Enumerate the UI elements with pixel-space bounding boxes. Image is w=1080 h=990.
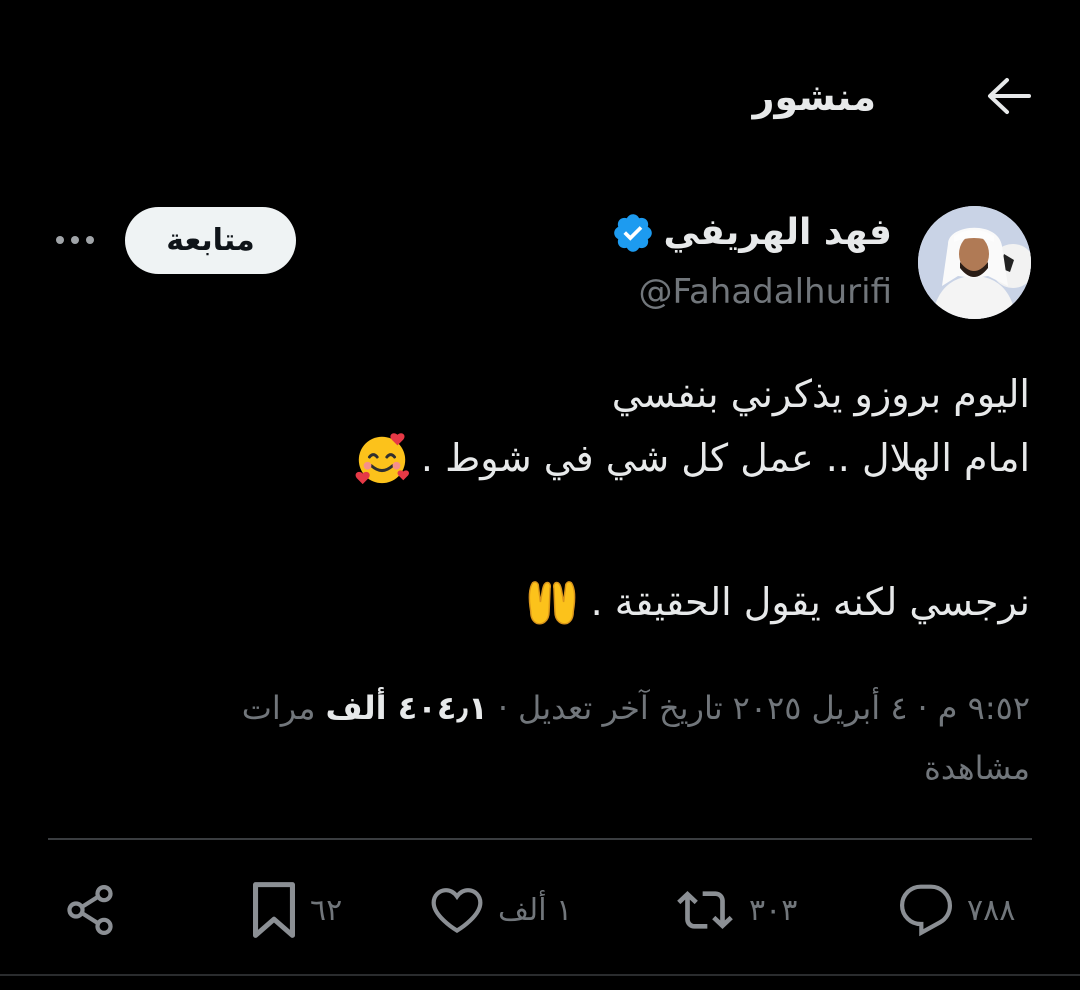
profile-photo-icon [918, 206, 1031, 319]
tweet-text-line: نرجسي لكنه يقول الحقيقة . [523, 572, 1030, 632]
avatar[interactable] [918, 206, 1031, 319]
bookmark-count: ٦٢ [310, 892, 343, 928]
views-count: ٤٠٤٫١ ألف [325, 689, 488, 727]
divider [48, 838, 1032, 840]
share-icon [67, 885, 113, 935]
like-count: ١ ألف [498, 892, 573, 928]
retweet-count: ٣٠٣ [749, 892, 798, 928]
bookmark-button[interactable]: ٦٢ [250, 878, 342, 942]
tweet-text: امام الهلال .. عمل كل شي في شوط . [420, 436, 1030, 480]
palms-up-together-icon [528, 581, 575, 625]
author-name-text: فهد الهريفي [663, 212, 892, 253]
edited-label[interactable]: تاريخ آخر تعديل [518, 684, 723, 732]
retweet-icon [677, 891, 733, 929]
back-button[interactable] [980, 70, 1036, 122]
tweet-time: ٩:٥٢ م [937, 689, 1030, 727]
retweet-button[interactable]: ٣٠٣ [673, 878, 797, 942]
share-button[interactable] [62, 878, 118, 942]
separator: · [917, 689, 928, 727]
more-dot [86, 236, 94, 244]
tweet-date: ٤ أبريل ٢٠٢٥ [732, 689, 908, 727]
page-title: منشور [752, 75, 876, 119]
heart-icon [431, 888, 483, 933]
tweet-meta: ٩:٥٢ م · ٤ أبريل ٢٠٢٥ تاريخ آخر تعديل · … [242, 684, 1030, 732]
smiling-face-with-hearts-icon [355, 433, 409, 485]
separator: · [497, 689, 508, 727]
author-handle[interactable]: @Fahadalhurifi [639, 268, 892, 316]
reply-icon [899, 884, 953, 937]
more-options-button[interactable] [50, 218, 100, 262]
follow-button[interactable]: متابعة [125, 207, 296, 274]
verified-badge-icon [614, 214, 653, 252]
tweet-text-line: اليوم بروزو يذكرني بنفسي [612, 364, 1030, 424]
arrow-left-icon [988, 78, 1031, 114]
bottom-divider [0, 974, 1080, 976]
author-name[interactable]: فهد الهريفي [611, 208, 892, 258]
reply-count: ٧٨٨ [967, 892, 1016, 928]
reply-button[interactable]: ٧٨٨ [897, 878, 1015, 942]
tweet-text: نرجسي لكنه يقول الحقيقة . [590, 580, 1030, 624]
views-label: مرات [241, 689, 316, 727]
bookmark-icon [253, 882, 295, 938]
more-dot [71, 236, 79, 244]
tweet-text-line: امام الهلال .. عمل كل شي في شوط . [353, 428, 1030, 488]
views-label-cont: مشاهدة [924, 749, 1030, 787]
tweet-text: اليوم بروزو يذكرني بنفسي [611, 372, 1030, 416]
like-button[interactable]: ١ ألف [428, 878, 572, 942]
more-dots-icon [56, 236, 64, 244]
